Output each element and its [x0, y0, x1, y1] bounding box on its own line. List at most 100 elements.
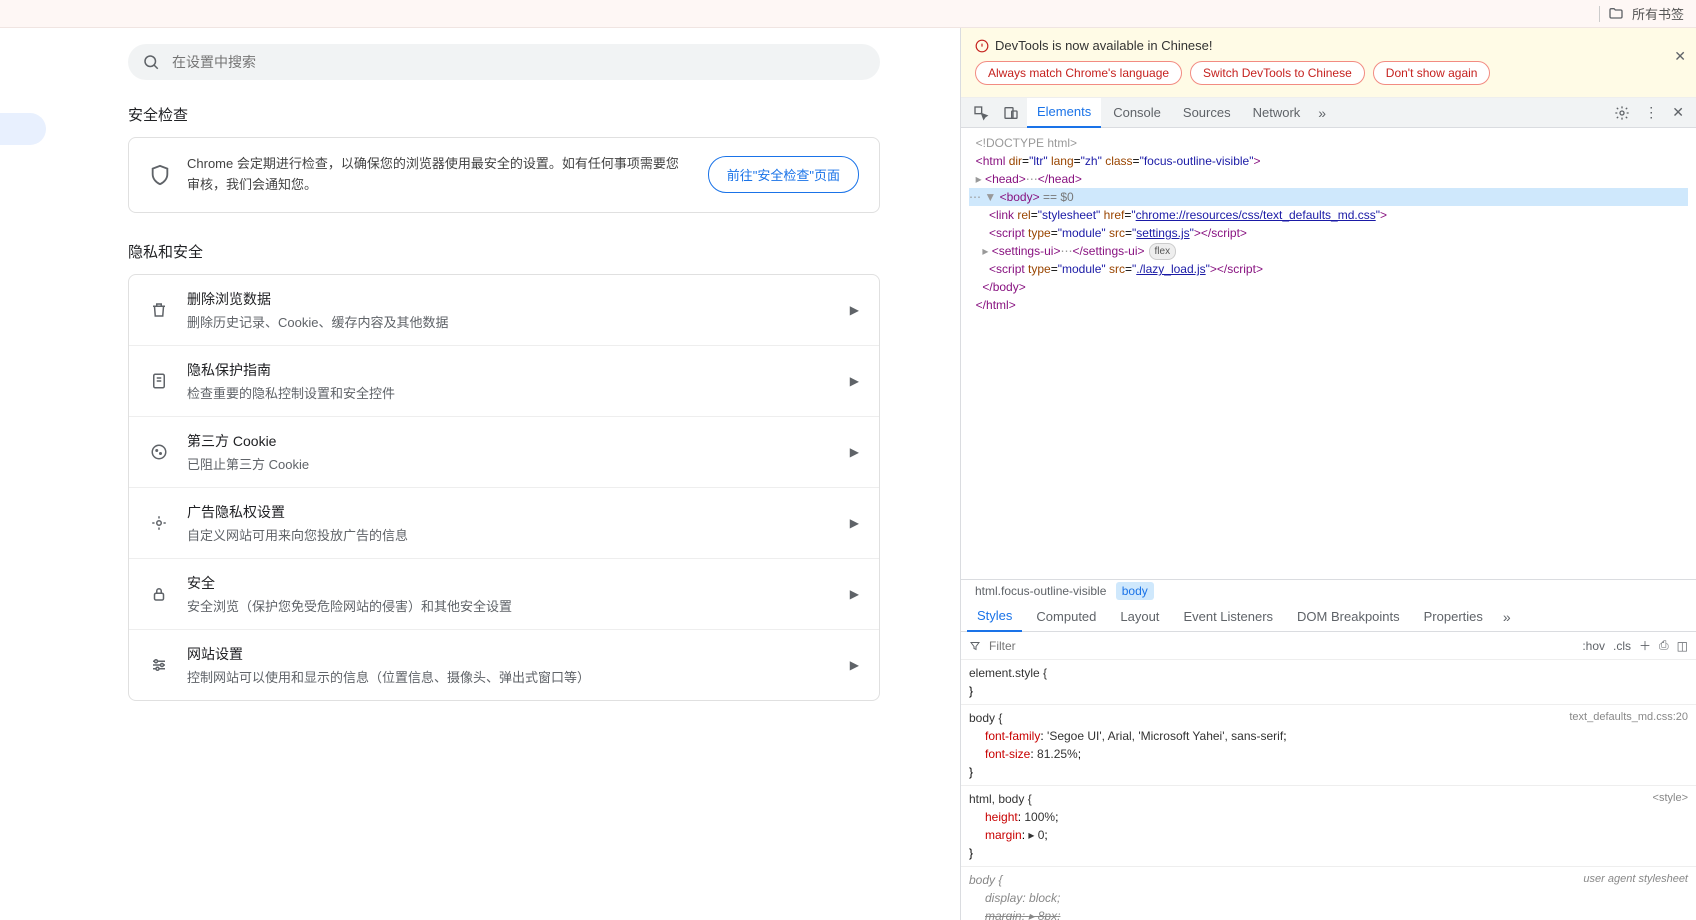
row-sub: 检查重要的隐私控制设置和安全控件	[187, 383, 832, 402]
safety-text: Chrome 会定期进行检查，以确保您的浏览器使用最安全的设置。如有任何事项需要…	[187, 154, 692, 196]
tab-computed[interactable]: Computed	[1026, 602, 1106, 632]
row-title: 网站设置	[187, 644, 832, 664]
row-third-party-cookies[interactable]: 第三方 Cookie 已阻止第三方 Cookie ▶	[129, 416, 879, 487]
row-clear-browsing-data[interactable]: 删除浏览数据删除历史记录、Cookie、缓存内容及其他数据 ▶	[129, 275, 879, 345]
dom-tree[interactable]: <!DOCTYPE html> <html dir="ltr" lang="zh…	[961, 128, 1696, 579]
close-devtools-icon[interactable]: ✕	[1666, 104, 1690, 121]
chevron-right-icon: ▶	[850, 303, 859, 317]
chevron-right-icon: ▶	[850, 658, 859, 672]
row-sub: 删除历史记录、Cookie、缓存内容及其他数据	[187, 312, 832, 331]
devtools-pane: DevTools is now available in Chinese! Al…	[960, 28, 1696, 920]
go-to-safety-check-button[interactable]: 前往"安全检查"页面	[708, 156, 859, 193]
dom-link[interactable]: <link rel="stylesheet" href="chrome://re…	[969, 206, 1688, 224]
more-tabs-icon[interactable]: »	[1497, 609, 1517, 625]
privacy-heading: 隐私和安全	[128, 241, 880, 262]
crumb-body[interactable]: body	[1116, 582, 1154, 600]
chevron-right-icon: ▶	[850, 516, 859, 530]
dom-doctype[interactable]: <!DOCTYPE html>	[969, 134, 1688, 152]
tab-styles[interactable]: Styles	[967, 602, 1022, 632]
dom-script1[interactable]: <script type="module" src="settings.js">…	[969, 224, 1688, 242]
chevron-right-icon: ▶	[850, 445, 859, 459]
shield-icon	[149, 164, 171, 186]
gear-icon[interactable]	[1608, 105, 1636, 121]
breadcrumb: html.focus-outline-visible body	[961, 579, 1696, 602]
computed-styles-icon[interactable]: ⎙	[1659, 638, 1669, 653]
sidebar-toggle-icon[interactable]: ◫	[1677, 639, 1688, 653]
search-icon	[142, 53, 160, 71]
tab-sources[interactable]: Sources	[1173, 98, 1241, 128]
tab-properties[interactable]: Properties	[1414, 602, 1493, 632]
chevron-right-icon: ▶	[850, 374, 859, 388]
styles-tabs: Styles Computed Layout Event Listeners D…	[961, 602, 1696, 632]
tab-dom-breakpoints[interactable]: DOM Breakpoints	[1287, 602, 1410, 632]
bookmarks-bar: 所有书签	[0, 0, 1696, 28]
styles-filter-input[interactable]	[989, 639, 1574, 653]
dom-html-close[interactable]: </html>	[969, 296, 1688, 314]
close-icon[interactable]: ✕	[1674, 48, 1686, 65]
tab-console[interactable]: Console	[1103, 98, 1171, 128]
rule-element-style[interactable]: element.style {}	[961, 660, 1696, 705]
row-sub: 安全浏览（保护您免受危险网站的侵害）和其他安全设置	[187, 596, 832, 615]
rule-user-agent[interactable]: user agent stylesheet body { display: bl…	[961, 867, 1696, 920]
more-tabs-icon[interactable]: »	[1312, 105, 1332, 121]
tab-event-listeners[interactable]: Event Listeners	[1173, 602, 1283, 632]
dom-body-selected[interactable]: ⋯ ▼ <body> == $0	[969, 188, 1688, 206]
dom-script2[interactable]: <script type="module" src="./lazy_load.j…	[969, 260, 1688, 278]
styles-filter-bar: :hov .cls ＋ ⎙ ◫	[961, 632, 1696, 660]
all-bookmarks-label[interactable]: 所有书签	[1632, 4, 1684, 23]
safety-check-card: Chrome 会定期进行检查，以确保您的浏览器使用最安全的设置。如有任何事项需要…	[128, 137, 880, 213]
crumb-html[interactable]: html.focus-outline-visible	[969, 582, 1112, 600]
search-input[interactable]	[172, 54, 866, 70]
dom-head[interactable]: ▸ <head>⋯</head>	[969, 170, 1688, 188]
new-style-icon[interactable]: ＋	[1639, 637, 1651, 654]
settings-search[interactable]	[128, 44, 880, 80]
switch-to-chinese-button[interactable]: Switch DevTools to Chinese	[1190, 61, 1365, 85]
chevron-right-icon: ▶	[850, 587, 859, 601]
row-sub: 自定义网站可用来向您投放广告的信息	[187, 525, 832, 544]
banner-text: DevTools is now available in Chinese!	[995, 38, 1213, 53]
hov-toggle[interactable]: :hov	[1582, 639, 1605, 653]
row-sub: 已阻止第三方 Cookie	[187, 454, 832, 473]
always-match-language-button[interactable]: Always match Chrome's language	[975, 61, 1182, 85]
row-privacy-guide[interactable]: 隐私保护指南检查重要的隐私控制设置和安全控件 ▶	[129, 345, 879, 416]
tab-elements[interactable]: Elements	[1027, 98, 1101, 128]
rule-source: user agent stylesheet	[1583, 871, 1688, 888]
row-security[interactable]: 安全安全浏览（保护您免受危险网站的侵害）和其他安全设置 ▶	[129, 558, 879, 629]
dom-settings-ui[interactable]: ▸ <settings-ui>⋯</settings-ui>flex	[969, 242, 1688, 260]
row-sub: 控制网站可以使用和显示的信息（位置信息、摄像头、弹出式窗口等）	[187, 667, 832, 686]
tab-layout[interactable]: Layout	[1110, 602, 1169, 632]
trash-icon	[149, 301, 169, 319]
row-site-settings[interactable]: 网站设置控制网站可以使用和显示的信息（位置信息、摄像头、弹出式窗口等） ▶	[129, 629, 879, 700]
lock-icon	[149, 585, 169, 603]
divider	[1599, 6, 1600, 22]
flex-badge[interactable]: flex	[1149, 243, 1177, 260]
safety-check-heading: 安全检查	[128, 104, 880, 125]
tab-network[interactable]: Network	[1243, 98, 1311, 128]
inspect-icon[interactable]	[967, 105, 995, 121]
sidebar-active-pill	[0, 113, 46, 145]
dom-html-open[interactable]: <html dir="ltr" lang="zh" class="focus-o…	[969, 152, 1688, 170]
settings-pane: 安全检查 Chrome 会定期进行检查，以确保您的浏览器使用最安全的设置。如有任…	[0, 28, 960, 920]
cls-toggle[interactable]: .cls	[1613, 639, 1631, 653]
guide-icon	[149, 372, 169, 390]
rule-html-body[interactable]: <style> html, body { height: 100%; margi…	[961, 786, 1696, 867]
rule-source[interactable]: text_defaults_md.css:20	[1569, 709, 1688, 726]
tune-icon	[149, 656, 169, 674]
row-title: 广告隐私权设置	[187, 502, 832, 522]
dont-show-again-button[interactable]: Don't show again	[1373, 61, 1491, 85]
row-title: 删除浏览数据	[187, 289, 832, 309]
devtools-language-banner: DevTools is now available in Chinese! Al…	[961, 28, 1696, 98]
folder-icon	[1608, 6, 1624, 22]
row-title: 第三方 Cookie	[187, 431, 832, 451]
dom-body-close[interactable]: </body>	[969, 278, 1688, 296]
rule-body-1[interactable]: text_defaults_md.css:20 body { font-fami…	[961, 705, 1696, 786]
filter-icon	[969, 640, 981, 652]
row-title: 安全	[187, 573, 832, 593]
rule-source[interactable]: <style>	[1653, 790, 1688, 807]
privacy-list: 删除浏览数据删除历史记录、Cookie、缓存内容及其他数据 ▶ 隐私保护指南检查…	[128, 274, 880, 701]
row-ad-privacy[interactable]: 广告隐私权设置自定义网站可用来向您投放广告的信息 ▶	[129, 487, 879, 558]
styles-body[interactable]: element.style {} text_defaults_md.css:20…	[961, 660, 1696, 920]
kebab-icon[interactable]: ⋮	[1638, 104, 1664, 121]
row-title: 隐私保护指南	[187, 360, 832, 380]
device-toggle-icon[interactable]	[997, 105, 1025, 121]
